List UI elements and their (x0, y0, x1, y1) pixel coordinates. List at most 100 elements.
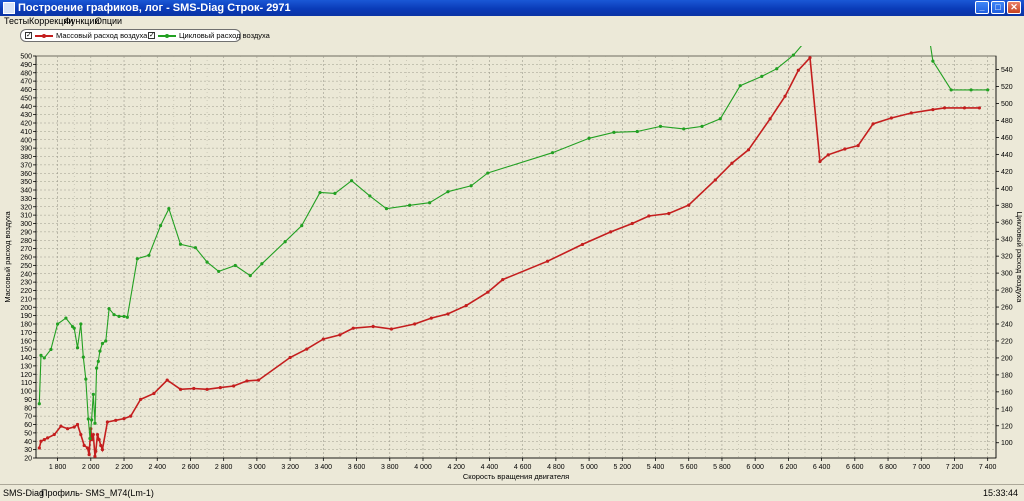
app-icon[interactable] (3, 2, 15, 14)
y-tick-label: 220 (20, 288, 32, 295)
close-button[interactable]: ✕ (1007, 1, 1021, 14)
cycle-airflow-point (700, 124, 704, 128)
x-tick-label: 6 200 (780, 464, 798, 471)
cycle-airflow-point (949, 88, 953, 92)
cycle-airflow-point (612, 130, 616, 134)
minimize-button[interactable]: _ (975, 1, 989, 14)
mass-airflow-point (95, 432, 100, 437)
cycle-airflow-point (193, 246, 198, 250)
cycle-airflow-point (117, 314, 121, 318)
y-tick-label: 230 (20, 280, 32, 287)
mass-airflow-point (667, 211, 671, 216)
cycle-airflow-point (88, 436, 92, 441)
status-app-name: SMS-Diag (3, 488, 45, 498)
cycle-airflow-point (104, 339, 108, 343)
mass-airflow-point (72, 425, 76, 429)
y-tick-label: 490 (20, 62, 32, 69)
cycle-airflow-point (587, 136, 591, 140)
series1-checkbox[interactable]: ✓ (25, 32, 32, 39)
cycle-airflow-point (333, 191, 337, 195)
y-tick-label: 350 (20, 179, 32, 186)
mass-airflow-point (371, 324, 375, 329)
cycle-airflow-point (100, 341, 105, 346)
x-tick-label: 3 600 (348, 464, 366, 471)
cycle-airflow-point (72, 326, 76, 330)
x-tick-label: 5 400 (647, 464, 665, 471)
menu-item-options[interactable]: Опции (95, 16, 122, 27)
y-tick-label: 100 (20, 389, 32, 396)
cycle-airflow-point (217, 269, 221, 274)
y-tick-label: 70 (24, 414, 32, 421)
x-tick-label: 1 800 (49, 464, 67, 471)
y2-tick-label: 300 (1001, 271, 1013, 278)
y-tick-label: 30 (24, 447, 32, 454)
mass-airflow-point (630, 221, 634, 226)
y-tick-label: 110 (21, 380, 32, 387)
x-axis-label: Скорость вращения двигателя (463, 472, 569, 481)
mass-airflow-point (82, 443, 86, 448)
mass-airflow-point (205, 387, 209, 391)
y2-tick-label: 200 (1001, 355, 1013, 362)
x-tick-label: 3 800 (381, 464, 399, 471)
status-bar: SMS-Diag Профиль- SMS_M74(Lm-1) 15:33:44 (0, 484, 1024, 501)
mass-airflow-point (218, 386, 222, 390)
y2-tick-label: 140 (1001, 406, 1013, 413)
mass-airflow-point (152, 391, 156, 396)
y-tick-label: 130 (20, 363, 32, 370)
y-tick-label: 450 (20, 95, 32, 102)
cycle-airflow-point (469, 184, 473, 188)
cycle-airflow-point (158, 224, 163, 228)
y-tick-label: 50 (24, 430, 32, 437)
mass-airflow-point (962, 106, 967, 110)
y-tick-label: 360 (20, 171, 32, 178)
mass-airflow-point (768, 117, 772, 121)
mass-airflow-point (889, 116, 893, 120)
mass-airflow-point (647, 214, 651, 218)
series1-label: Массовый расход воздуха (56, 31, 148, 40)
chart-legend: ✓ Массовый расход воздуха ✓ Цикловый рас… (20, 29, 270, 42)
menu-item-tests[interactable]: Тесты (4, 16, 29, 27)
y2-tick-label: 420 (1001, 169, 1013, 176)
mass-airflow-point (545, 259, 550, 263)
y-tick-label: 310 (20, 213, 32, 220)
y2-tick-label: 500 (1001, 101, 1013, 108)
mass-airflow-point (818, 159, 822, 164)
status-profile: Профиль- SMS_M74(Lm-1) (41, 488, 154, 498)
cycle-airflow-point (248, 274, 252, 278)
mass-airflow-point (486, 290, 490, 294)
cycle-airflow-point (122, 314, 126, 318)
x-tick-label: 7 200 (946, 464, 964, 471)
y2-axis-label: Цикловый расход воздуха (1015, 212, 1024, 304)
cycle-airflow-point (90, 418, 94, 422)
cycle-airflow-point (486, 171, 490, 175)
mass-airflow-point (338, 333, 342, 337)
mass-airflow-point (942, 106, 947, 110)
mass-airflow-point (245, 379, 249, 383)
mass-airflow-point (37, 446, 41, 450)
cycle-airflow-point (550, 151, 555, 155)
mass-airflow-point (783, 94, 787, 98)
mass-airflow-point (178, 387, 183, 391)
mass-airflow-point (856, 144, 860, 148)
mass-airflow-point (464, 303, 468, 308)
x-tick-label: 6 600 (846, 464, 864, 471)
y-tick-label: 460 (20, 87, 32, 94)
y2-tick-label: 120 (1001, 423, 1013, 430)
cycle-airflow-point (635, 129, 639, 134)
x-tick-label: 4 400 (481, 464, 499, 471)
y-tick-label: 480 (20, 70, 32, 77)
mass-airflow-point (39, 439, 43, 443)
cycle-airflow-point (318, 190, 322, 195)
cycle-airflow-point (428, 201, 432, 205)
x-tick-label: 5 600 (680, 464, 698, 471)
series2-checkbox[interactable]: ✓ (148, 32, 155, 39)
cycle-airflow-point (39, 353, 43, 357)
mass-airflow-point (746, 148, 751, 152)
y2-tick-label: 400 (1001, 186, 1013, 193)
maximize-button[interactable]: □ (991, 1, 1005, 14)
y2-tick-label: 520 (1001, 84, 1013, 91)
x-tick-label: 7 000 (912, 464, 930, 471)
cycle-airflow-point (178, 242, 183, 246)
mass-airflow-point (99, 443, 103, 448)
chart-area: 20 30 40 50 60 70 80 90 100 110 120 130 140 150 160 170… (0, 46, 1024, 481)
